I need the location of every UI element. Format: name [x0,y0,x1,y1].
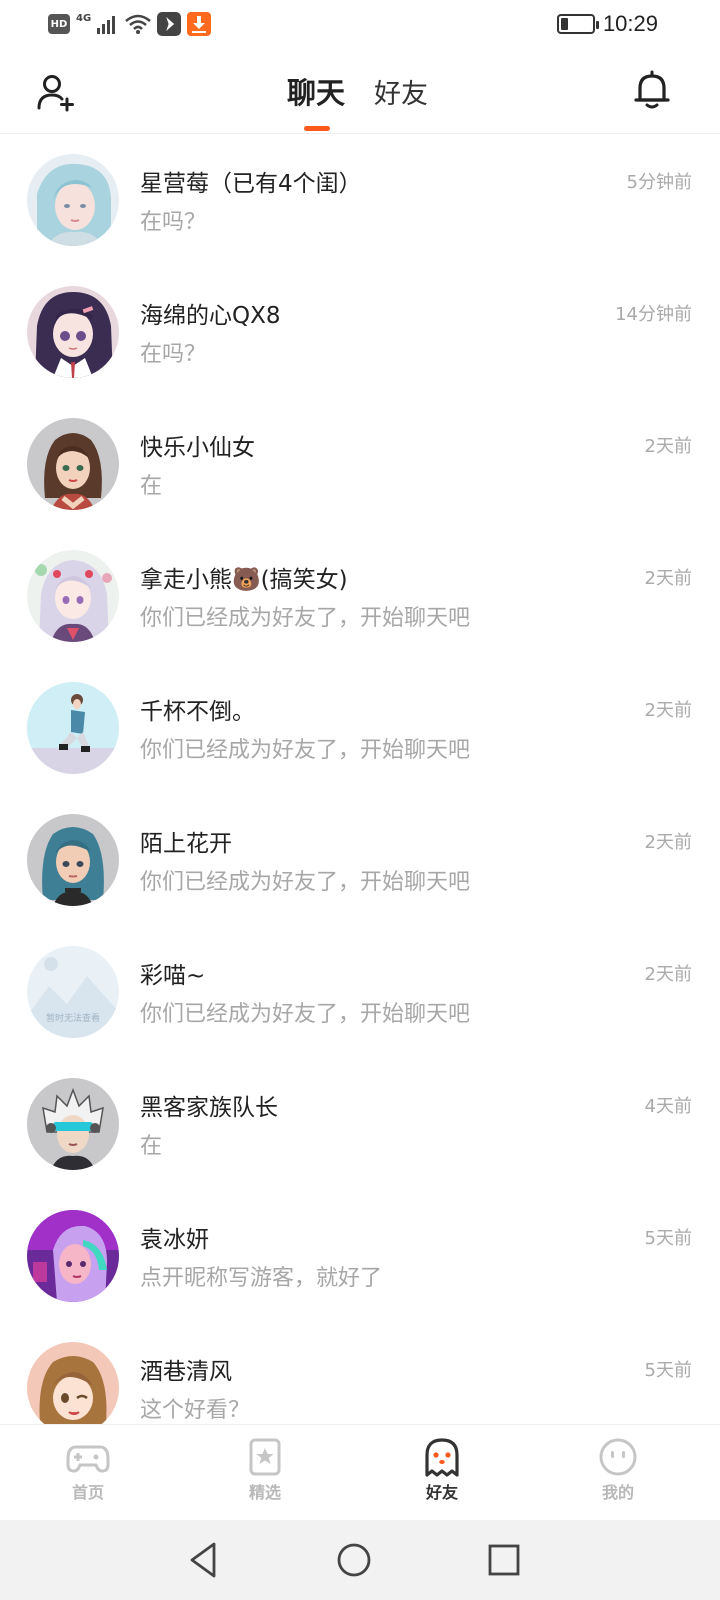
chat-list-item[interactable]: 黑客家族队长 在 4天前 [0,1058,720,1190]
home-circle-icon[interactable] [334,1540,374,1580]
tab-friends[interactable]: 好友 [374,72,428,111]
chat-list-item[interactable]: 海绵的心QX8 在吗？ 14分钟前 [0,266,720,398]
header-tabs: 聊天 好友 [0,52,720,134]
avatar[interactable] [27,814,119,906]
signal-icon [97,16,116,34]
chat-time: 2天前 [644,700,692,721]
notification-bell-icon[interactable] [634,70,670,110]
avatar[interactable] [27,418,119,510]
avatar[interactable] [27,1210,119,1302]
app-notification-icon [157,12,182,36]
chat-last-message: 在吗？ [140,342,207,367]
ghost-icon [425,1438,459,1477]
recents-square-icon[interactable] [484,1540,524,1580]
nav-item-friends[interactable]: 好友 [402,1437,482,1513]
chat-time: 5分钟前 [626,172,692,193]
chat-name: 千杯不倒。 [140,699,255,725]
tab-chat[interactable]: 聊天 [287,70,345,112]
top-header: 聊天 好友 [0,52,720,134]
wifi-icon [125,14,151,34]
chat-last-message: 在吗？ [140,210,207,235]
bottom-nav: 首页 精选 好友 我的 [0,1424,720,1520]
chat-last-message: 这个好看？ [140,1398,251,1423]
nav-label-featured: 精选 [248,1483,281,1502]
chat-list-item[interactable]: 千杯不倒。 你们已经成为好友了，开始聊天吧 2天前 [0,662,720,794]
gamepad-icon [66,1445,110,1473]
chat-last-message: 点开昵称写游客，就好了 [140,1266,383,1291]
star-badge-icon [249,1438,281,1476]
avatar[interactable] [27,1078,119,1170]
status-icons-right: 10:29 [556,11,658,37]
network-type-label: 4G [76,12,92,24]
chat-name: 酒巷清风 [140,1359,232,1385]
chat-list-item[interactable]: 快乐小仙女 在 2天前 [0,398,720,530]
back-icon[interactable] [184,1540,224,1580]
active-tab-indicator [304,126,330,131]
chat-last-message: 在 [140,474,163,499]
chat-list-item[interactable]: 酒巷清风 这个好看？ 5天前 [0,1322,720,1424]
chat-time: 5天前 [644,1360,692,1381]
chat-time: 14分钟前 [615,304,692,325]
chat-list-item[interactable]: 拿走小熊🐻(搞笑女) 你们已经成为好友了，开始聊天吧 2天前 [0,530,720,662]
chat-time: 2天前 [644,436,692,457]
chat-list-item[interactable]: 星营莓（已有4个闺） 在吗？ 5分钟前 [0,134,720,266]
avatar[interactable] [27,682,119,774]
smiley-icon [599,1438,637,1476]
chat-last-message: 你们已经成为好友了，开始聊天吧 [140,870,471,895]
chat-name: 黑客家族队长 [140,1095,278,1121]
chat-name: 陌上花开 [140,831,232,857]
chat-time: 2天前 [644,568,692,589]
nav-label-friends: 好友 [425,1483,458,1502]
chat-last-message: 你们已经成为好友了，开始聊天吧 [140,1002,471,1027]
chat-list-item[interactable]: 袁冰妍 点开昵称写游客，就好了 5天前 [0,1190,720,1322]
chat-name: 快乐小仙女 [140,435,255,461]
chat-list: 星营莓（已有4个闺） 在吗？ 5分钟前 海绵的心QX8 在吗？ 14分钟前 快乐… [0,134,720,1424]
chat-last-message: 你们已经成为好友了，开始聊天吧 [140,606,471,631]
nav-item-featured[interactable]: 精选 [225,1437,305,1513]
chat-time: 4天前 [644,1096,692,1117]
chat-last-message: 你们已经成为好友了，开始聊天吧 [140,738,471,763]
download-notification-icon [187,12,212,36]
hd-badge: HD [48,14,70,34]
chat-name: 海绵的心QX8 [140,303,281,329]
avatar[interactable] [27,550,119,642]
chat-name: 袁冰妍 [140,1227,209,1253]
battery-icon [556,14,599,34]
avatar[interactable]: 暂时无法查看 [27,946,119,1038]
avatar[interactable] [27,1342,119,1424]
chat-list-item[interactable]: 陌上花开 你们已经成为好友了，开始聊天吧 2天前 [0,794,720,926]
chat-time: 5天前 [644,1228,692,1249]
system-nav-bar [0,1520,720,1600]
status-bar: HD 4G 10:29 [0,0,720,50]
status-time: 10:29 [602,11,658,36]
avatar-unavailable-text: 暂时无法查看 [46,1012,100,1024]
chat-name: 彩喵~ [140,963,206,989]
chat-time: 2天前 [644,964,692,985]
chat-name: 拿走小熊🐻(搞笑女) [140,567,348,593]
nav-item-profile[interactable]: 我的 [578,1437,658,1513]
nav-label-home: 首页 [71,1483,104,1502]
chat-list-item[interactable]: 暂时无法查看 彩喵~ 你们已经成为好友了，开始聊天吧 2天前 [0,926,720,1058]
chat-last-message: 在 [140,1134,163,1159]
nav-item-home[interactable]: 首页 [48,1437,128,1513]
chat-name: 星营莓（已有4个闺） [140,171,362,197]
nav-label-profile: 我的 [601,1483,634,1502]
chat-time: 2天前 [644,832,692,853]
avatar[interactable] [27,286,119,378]
status-icons-left: HD 4G [48,12,212,36]
avatar[interactable] [27,154,119,246]
